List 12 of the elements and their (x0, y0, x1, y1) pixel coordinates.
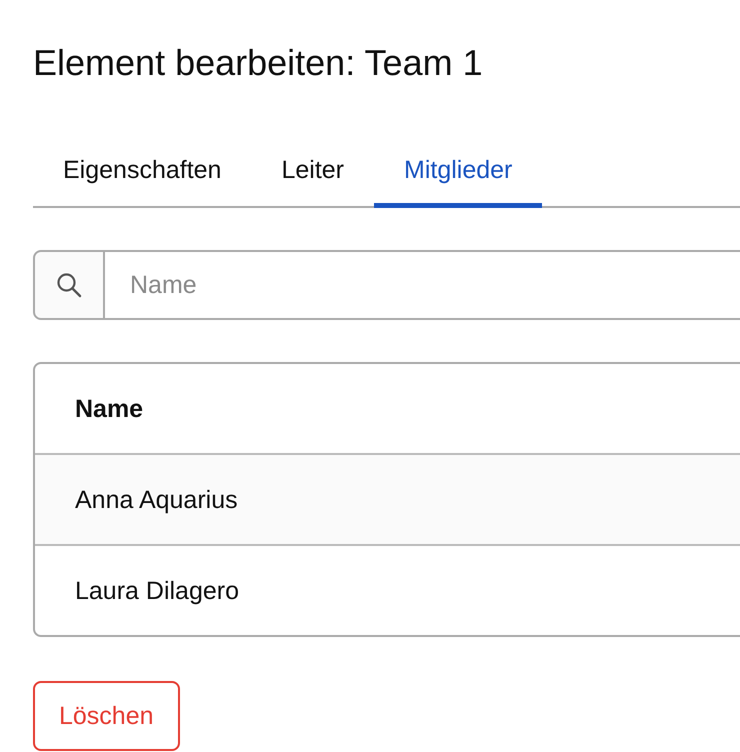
table-row[interactable]: Anna Aquarius (35, 453, 740, 544)
tab[interactable]: Eigenschaften (33, 136, 252, 208)
table-cell: Anna Aquarius (75, 484, 238, 514)
delete-button[interactable]: Löschen (33, 681, 180, 751)
dialog-title: Element bearbeiten: Team 1 (33, 42, 484, 84)
search-field[interactable]: Name (105, 250, 740, 320)
column-header: Name (75, 394, 144, 424)
tab[interactable]: Leiter (251, 136, 374, 208)
tab[interactable]: Mitglieder (374, 136, 542, 208)
table-row[interactable]: Laura Dilagero (35, 544, 740, 635)
search-icon (33, 250, 105, 320)
table-cell: Laura Dilagero (75, 576, 239, 606)
